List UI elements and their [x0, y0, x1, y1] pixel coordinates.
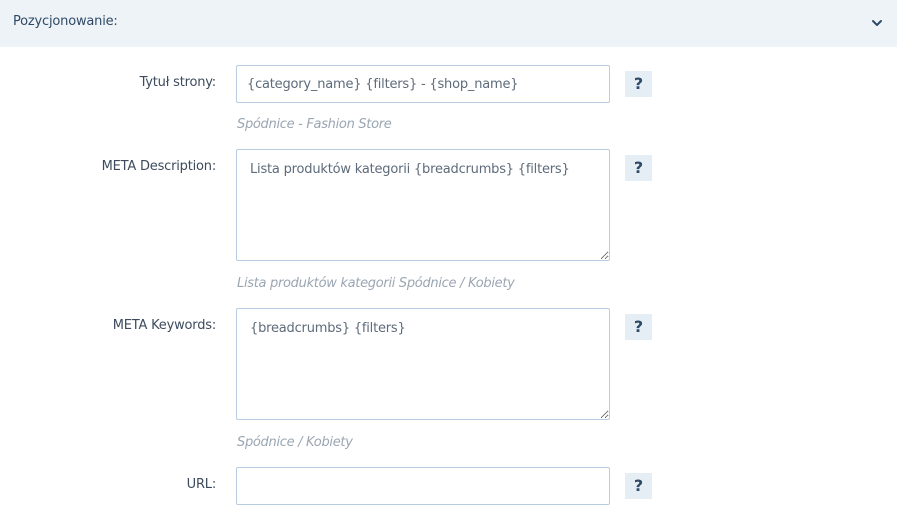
section-header[interactable]: Pozycjonowanie: [0, 0, 897, 47]
meta-description-label: META Description: [101, 159, 217, 174]
page-title-label: Tytuł strony: [139, 75, 217, 90]
url-label: URL: [186, 477, 217, 492]
page-title-help-icon[interactable]: ? [625, 71, 652, 97]
page-title-hint: Spódnice - Fashion Store [237, 117, 392, 132]
meta-keywords-help-icon[interactable]: ? [625, 314, 652, 340]
chevron-down-icon[interactable] [871, 17, 883, 29]
meta-keywords-label: META Keywords: [112, 318, 216, 333]
url-input[interactable] [236, 467, 610, 505]
meta-keywords-textarea[interactable]: {breadcrumbs} {filters} [236, 308, 610, 420]
meta-description-hint: Lista produktów kategorii Spódnice / Kob… [237, 276, 515, 291]
meta-keywords-hint: Spódnice / Kobiety [237, 435, 353, 450]
meta-description-textarea[interactable]: Lista produktów kategorii {breadcrumbs} … [236, 149, 610, 261]
seo-section: Pozycjonowanie: Tytuł strony: ? Spódnice… [0, 0, 897, 516]
section-title: Pozycjonowanie: [13, 14, 118, 29]
url-help-icon[interactable]: ? [625, 473, 652, 499]
meta-description-help-icon[interactable]: ? [625, 155, 652, 181]
page-title-input[interactable] [236, 65, 610, 103]
